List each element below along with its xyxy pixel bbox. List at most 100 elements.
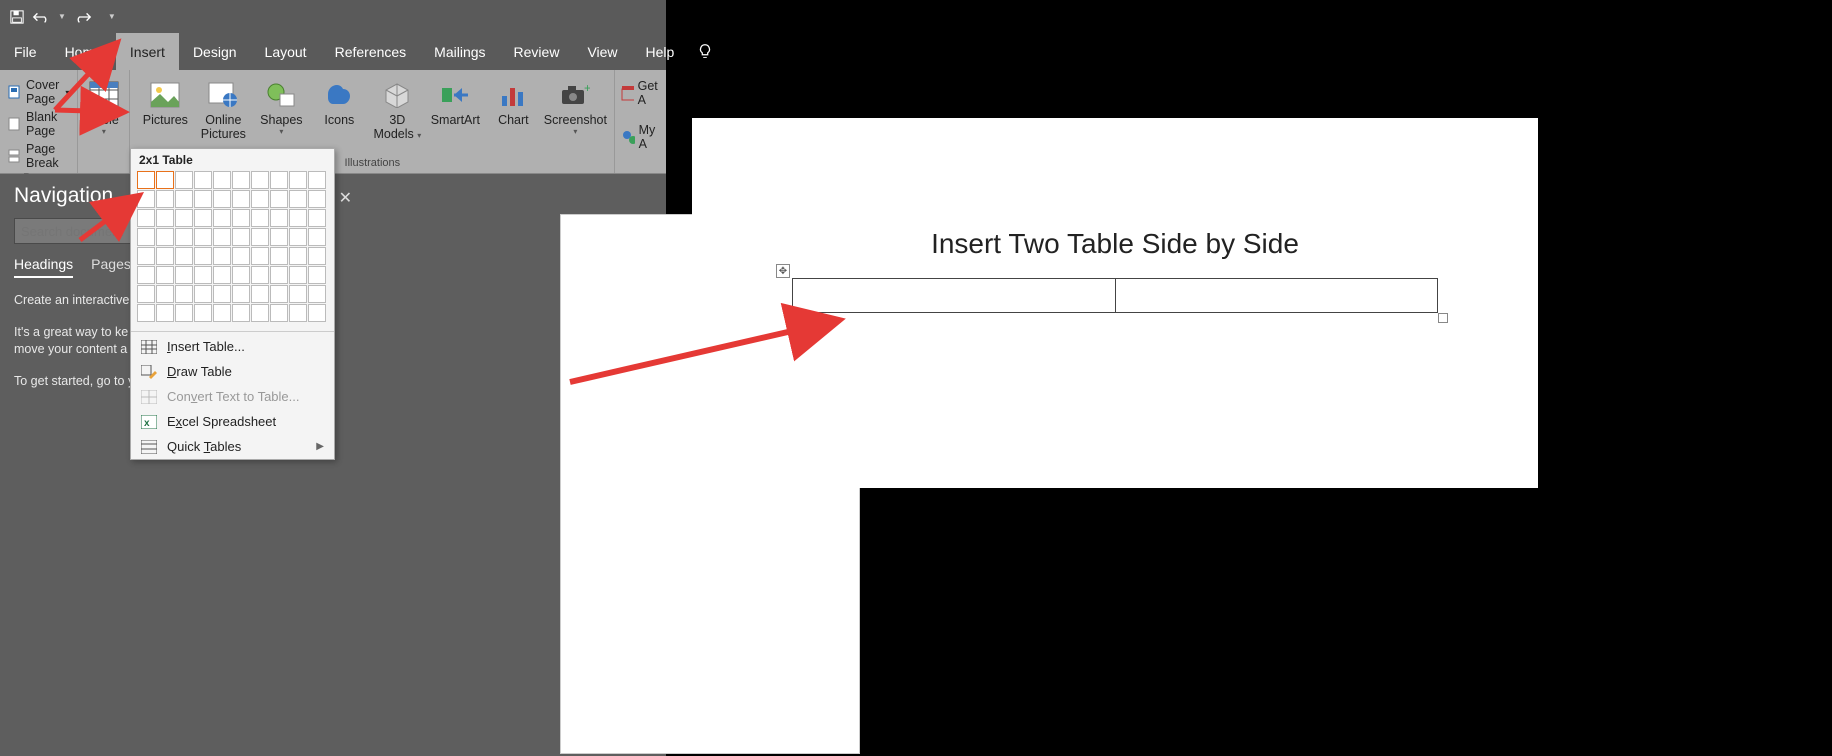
- quick-tables-menuitem[interactable]: Quick Tables ▶: [131, 434, 334, 459]
- grid-cell[interactable]: [175, 266, 193, 284]
- smartart-button[interactable]: SmartArt: [426, 74, 484, 142]
- draw-table-menuitem[interactable]: Draw Table: [131, 359, 334, 384]
- screenshot-button[interactable]: + Screenshot ▾: [542, 74, 608, 142]
- online-pictures-button[interactable]: Online Pictures: [194, 74, 252, 142]
- grid-cell[interactable]: [194, 247, 212, 265]
- tab-file[interactable]: File: [0, 33, 51, 70]
- grid-cell[interactable]: [213, 285, 231, 303]
- grid-cell[interactable]: [308, 171, 326, 189]
- tell-me-icon[interactable]: [696, 33, 714, 70]
- grid-cell[interactable]: [232, 190, 250, 208]
- grid-cell[interactable]: [156, 190, 174, 208]
- grid-cell[interactable]: [137, 304, 155, 322]
- grid-cell[interactable]: [156, 228, 174, 246]
- undo-dropdown-icon[interactable]: ▼: [58, 12, 66, 21]
- grid-cell[interactable]: [137, 209, 155, 227]
- grid-cell[interactable]: [308, 266, 326, 284]
- tab-mailings[interactable]: Mailings: [420, 33, 499, 70]
- grid-cell[interactable]: [308, 304, 326, 322]
- grid-cell[interactable]: [251, 304, 269, 322]
- grid-cell[interactable]: [251, 285, 269, 303]
- grid-cell[interactable]: [232, 171, 250, 189]
- grid-cell[interactable]: [270, 190, 288, 208]
- grid-cell[interactable]: [194, 266, 212, 284]
- grid-cell[interactable]: [270, 266, 288, 284]
- grid-cell[interactable]: [251, 190, 269, 208]
- grid-cell[interactable]: [137, 266, 155, 284]
- grid-cell[interactable]: [175, 209, 193, 227]
- my-addins-button[interactable]: My A: [619, 120, 663, 154]
- grid-cell[interactable]: [270, 209, 288, 227]
- grid-cell[interactable]: [194, 304, 212, 322]
- grid-cell[interactable]: [213, 190, 231, 208]
- cover-page-button[interactable]: Cover Page ▾: [6, 76, 71, 108]
- blank-page-button[interactable]: Blank Page: [6, 108, 71, 140]
- grid-cell[interactable]: [175, 285, 193, 303]
- grid-cell[interactable]: [232, 304, 250, 322]
- grid-cell[interactable]: [156, 266, 174, 284]
- grid-cell[interactable]: [137, 171, 155, 189]
- grid-cell[interactable]: [251, 171, 269, 189]
- grid-cell[interactable]: [308, 209, 326, 227]
- grid-cell[interactable]: [270, 285, 288, 303]
- tab-review[interactable]: Review: [500, 33, 574, 70]
- grid-cell[interactable]: [308, 228, 326, 246]
- grid-cell[interactable]: [308, 190, 326, 208]
- grid-cell[interactable]: [289, 171, 307, 189]
- grid-cell[interactable]: [175, 304, 193, 322]
- grid-cell[interactable]: [213, 304, 231, 322]
- grid-cell[interactable]: [194, 171, 212, 189]
- grid-cell[interactable]: [289, 285, 307, 303]
- grid-cell[interactable]: [213, 266, 231, 284]
- grid-cell[interactable]: [156, 171, 174, 189]
- shapes-button[interactable]: Shapes ▾: [252, 74, 310, 142]
- table-cell[interactable]: [793, 279, 1116, 313]
- chart-button[interactable]: Chart: [484, 74, 542, 142]
- grid-cell[interactable]: [213, 247, 231, 265]
- undo-icon[interactable]: [32, 10, 50, 24]
- tab-home[interactable]: Home: [51, 33, 116, 70]
- customize-qat-icon[interactable]: ▼: [108, 12, 116, 21]
- pictures-button[interactable]: Pictures: [136, 74, 194, 142]
- tab-headings[interactable]: Headings: [14, 256, 73, 278]
- grid-cell[interactable]: [270, 247, 288, 265]
- grid-cell[interactable]: [251, 266, 269, 284]
- grid-cell[interactable]: [194, 190, 212, 208]
- grid-cell[interactable]: [137, 190, 155, 208]
- grid-cell[interactable]: [156, 247, 174, 265]
- tab-insert[interactable]: Insert: [116, 33, 179, 70]
- grid-cell[interactable]: [251, 228, 269, 246]
- grid-cell[interactable]: [213, 171, 231, 189]
- grid-cell[interactable]: [232, 228, 250, 246]
- grid-cell[interactable]: [137, 247, 155, 265]
- table-row[interactable]: [793, 279, 1438, 313]
- grid-cell[interactable]: [156, 304, 174, 322]
- tab-pages[interactable]: Pages: [91, 256, 131, 278]
- grid-cell[interactable]: [270, 228, 288, 246]
- grid-cell[interactable]: [175, 171, 193, 189]
- grid-cell[interactable]: [270, 171, 288, 189]
- grid-cell[interactable]: [156, 285, 174, 303]
- grid-cell[interactable]: [232, 209, 250, 227]
- grid-cell[interactable]: [289, 247, 307, 265]
- grid-cell[interactable]: [289, 304, 307, 322]
- tab-design[interactable]: Design: [179, 33, 251, 70]
- grid-cell[interactable]: [289, 266, 307, 284]
- redo-icon[interactable]: [74, 10, 92, 24]
- grid-cell[interactable]: [251, 247, 269, 265]
- grid-cell[interactable]: [251, 209, 269, 227]
- grid-cell[interactable]: [270, 304, 288, 322]
- save-icon[interactable]: [10, 10, 24, 24]
- tab-help[interactable]: Help: [632, 33, 689, 70]
- grid-cell[interactable]: [194, 285, 212, 303]
- grid-cell[interactable]: [232, 247, 250, 265]
- tab-view[interactable]: View: [573, 33, 631, 70]
- grid-cell[interactable]: [289, 190, 307, 208]
- grid-cell[interactable]: [308, 285, 326, 303]
- grid-cell[interactable]: [137, 285, 155, 303]
- table-move-handle[interactable]: ✥: [776, 264, 790, 278]
- grid-cell[interactable]: [137, 228, 155, 246]
- grid-cell[interactable]: [213, 228, 231, 246]
- table-resize-handle[interactable]: [1438, 313, 1448, 323]
- grid-cell[interactable]: [289, 228, 307, 246]
